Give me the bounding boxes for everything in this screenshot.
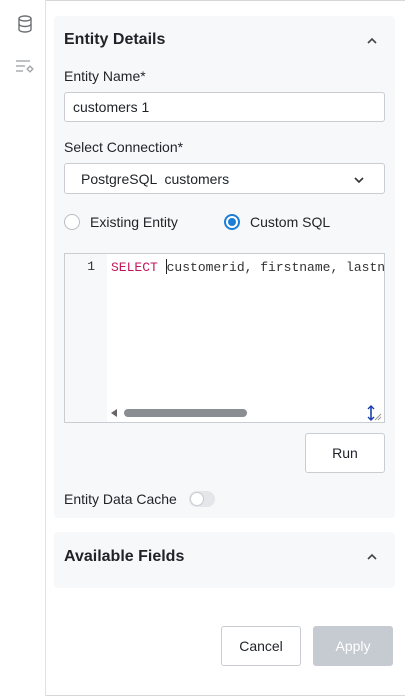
editor-gutter: 1 [65,254,107,422]
chevron-up-icon[interactable] [365,550,379,564]
radio-circle [64,214,80,230]
cache-toggle[interactable] [188,491,215,507]
entity-data-cache-row: Entity Data Cache [64,491,215,507]
entity-details-section: Entity Details Entity Name* Select Conne… [54,16,395,518]
resize-handle-icon[interactable] [366,404,382,422]
radio-circle-selected [224,214,240,230]
cancel-button[interactable]: Cancel [221,626,301,666]
connection-select[interactable]: PostgreSQL customers [64,163,385,194]
code-line[interactable]: SELECT customerid, firstname, lastna [111,259,385,275]
connection-value: PostgreSQL customers [81,171,230,187]
side-rail [0,0,46,696]
radio-label: Custom SQL [250,214,331,230]
sql-editor[interactable]: 1 SELECT customerid, firstname, lastna [64,253,385,423]
chevron-down-icon [352,173,366,187]
available-fields-section: Available Fields [54,532,395,588]
radio-label: Existing Entity [90,214,178,230]
section-title: Available Fields [64,548,185,565]
filter-settings-icon[interactable] [15,56,35,76]
database-icon[interactable] [15,14,35,34]
sql-code-text: customerid, firstname, lastna [166,260,385,275]
section-title: Entity Details [64,31,166,48]
radio-existing-entity[interactable]: Existing Entity [64,214,178,230]
run-button[interactable]: Run [305,433,385,473]
apply-button[interactable]: Apply [313,626,393,666]
horizontal-scrollbar-thumb[interactable] [124,409,247,417]
chevron-up-icon[interactable] [365,34,379,48]
scroll-left-arrow-icon[interactable] [111,409,117,417]
connection-label: Select Connection* [64,139,184,155]
line-number: 1 [87,259,95,274]
entity-name-label: Entity Name* [64,68,146,84]
sql-keyword: SELECT [111,260,158,275]
cache-label: Entity Data Cache [64,491,177,507]
main-area: Entity Details Entity Name* Select Conne… [46,0,405,696]
radio-custom-sql[interactable]: Custom SQL [224,214,330,230]
entity-name-input[interactable] [64,92,385,122]
